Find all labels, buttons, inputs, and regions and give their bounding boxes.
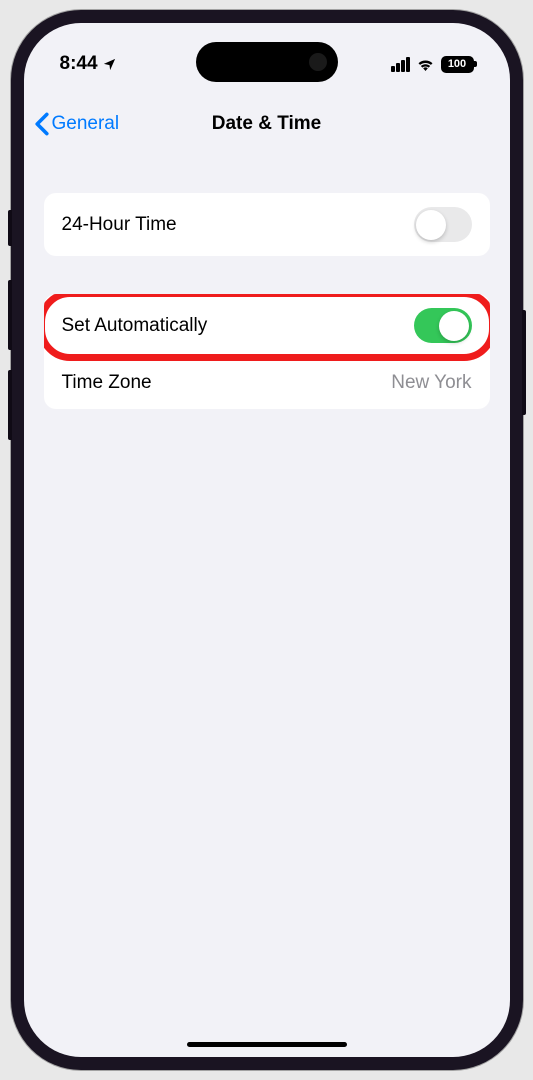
battery-level: 100 [448, 58, 466, 70]
screen: 8:44 100 General Date & Time [24, 23, 510, 1057]
row-24hour-time[interactable]: 24-Hour Time [44, 193, 490, 256]
content: 24-Hour Time Set Automatically [44, 193, 490, 447]
toggle-knob [439, 311, 469, 341]
silent-switch [8, 210, 12, 246]
row-set-automatically[interactable]: Set Automatically [44, 294, 490, 357]
battery-icon: 100 [441, 56, 474, 73]
nav-bar: General Date & Time [24, 97, 510, 151]
volume-down-button [8, 370, 12, 440]
dynamic-island [196, 42, 338, 82]
settings-group-1: 24-Hour Time [44, 193, 490, 256]
cellular-icon [391, 57, 410, 72]
home-indicator[interactable] [187, 1042, 347, 1047]
row-label: Time Zone [62, 372, 152, 394]
row-time-zone[interactable]: Time Zone New York [44, 357, 490, 409]
volume-up-button [8, 280, 12, 350]
phone-frame: 8:44 100 General Date & Time [11, 10, 523, 1070]
toggle-24hour-time[interactable] [414, 207, 472, 242]
row-value: New York [391, 372, 471, 394]
row-label: 24-Hour Time [62, 214, 177, 236]
status-left: 8:44 [60, 53, 117, 75]
status-time: 8:44 [60, 53, 98, 75]
row-label: Set Automatically [62, 315, 208, 337]
highlighted-row-wrap: Set Automatically [44, 294, 490, 357]
location-icon [102, 57, 117, 72]
toggle-knob [416, 210, 446, 240]
status-right: 100 [391, 56, 474, 73]
back-label: General [52, 113, 120, 135]
wifi-icon [416, 57, 435, 71]
back-button[interactable]: General [34, 112, 120, 136]
toggle-set-automatically[interactable] [414, 308, 472, 343]
chevron-left-icon [34, 112, 50, 136]
power-button [522, 310, 526, 415]
settings-group-2: Set Automatically Time Zone New York [44, 294, 490, 409]
camera-dot [309, 53, 327, 71]
